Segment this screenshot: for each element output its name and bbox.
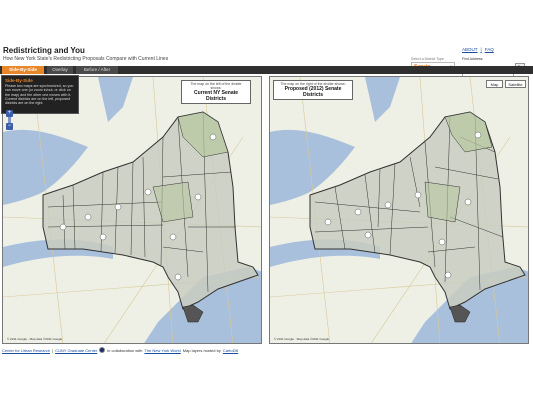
tab-before-after[interactable]: Before / After xyxy=(76,66,118,74)
proposed-districts-map[interactable]: The map on the right of the divider show… xyxy=(269,76,529,344)
about-links: ABOUT | FAQ xyxy=(462,47,494,52)
current-map-canvas[interactable] xyxy=(3,77,262,344)
footer-link-cartodb[interactable]: CartoDB xyxy=(223,348,238,353)
tab-side-by-side[interactable]: Side-By-Side xyxy=(2,66,44,74)
zoom-out-icon[interactable]: − xyxy=(6,123,13,130)
side-by-side-info-box: Side-By-Side Please two maps are synchro… xyxy=(1,75,79,114)
footer-link-nyworld[interactable]: The New York World xyxy=(144,348,180,353)
info-box-text: Please two maps are synchronized, so you… xyxy=(5,84,74,106)
faq-link[interactable]: FAQ xyxy=(485,47,494,52)
left-caption-title: Current NY Senate Districts xyxy=(193,90,239,102)
district-type-label: Select a District Type xyxy=(411,57,444,61)
right-map-copyright: © 2011 Google · Map data ©2011 Google xyxy=(274,337,330,341)
zoom-control: + − xyxy=(6,110,13,130)
links-separator: | xyxy=(480,47,482,52)
right-caption-title: Proposed (2012) Senate Districts xyxy=(284,86,342,98)
current-districts-map[interactable]: The map on the left of the divider shows… xyxy=(2,76,262,344)
cuny-logo-icon xyxy=(99,347,106,353)
zoom-in-icon[interactable]: + xyxy=(6,110,13,117)
left-caption-small: The map on the left of the divider shows… xyxy=(190,82,242,90)
tab-overlay[interactable]: Overlay xyxy=(47,66,73,74)
footer-link-cuny[interactable]: CUNY Graduate Center xyxy=(55,348,97,353)
map-view-button[interactable]: Map xyxy=(486,80,503,88)
left-map-copyright: © 2011 Google · Map data ©2011 Google xyxy=(7,337,63,341)
footer-text-hosted: Map layers hosted by xyxy=(182,347,221,353)
right-map-caption: The map on the right of the divider show… xyxy=(273,80,353,100)
footer-link-cur[interactable]: Center for Urban Research xyxy=(2,348,50,353)
left-map-caption: The map on the left of the divider shows… xyxy=(181,80,251,104)
footer-text-collab: in collaboration with xyxy=(107,347,143,353)
find-address-label: Find Address: xyxy=(462,57,484,61)
footer-separator: | xyxy=(52,347,54,353)
map-type-controls: Map Satellite xyxy=(486,80,526,88)
view-tabbar: Side-By-Side Overlay Before / After xyxy=(0,66,533,74)
info-box-title: Side-By-Side xyxy=(5,78,33,83)
page-footer: Center for Urban Research | CUNY Graduat… xyxy=(2,347,238,353)
proposed-map-canvas[interactable] xyxy=(270,77,529,344)
page-subtitle: How New York State's Redistricting Propo… xyxy=(3,56,169,62)
about-link[interactable]: ABOUT xyxy=(462,47,478,52)
satellite-view-button[interactable]: Satellite xyxy=(505,80,526,88)
app-page: Redistricting and You How New York State… xyxy=(0,0,533,400)
page-title: Redistricting and You xyxy=(3,46,85,55)
